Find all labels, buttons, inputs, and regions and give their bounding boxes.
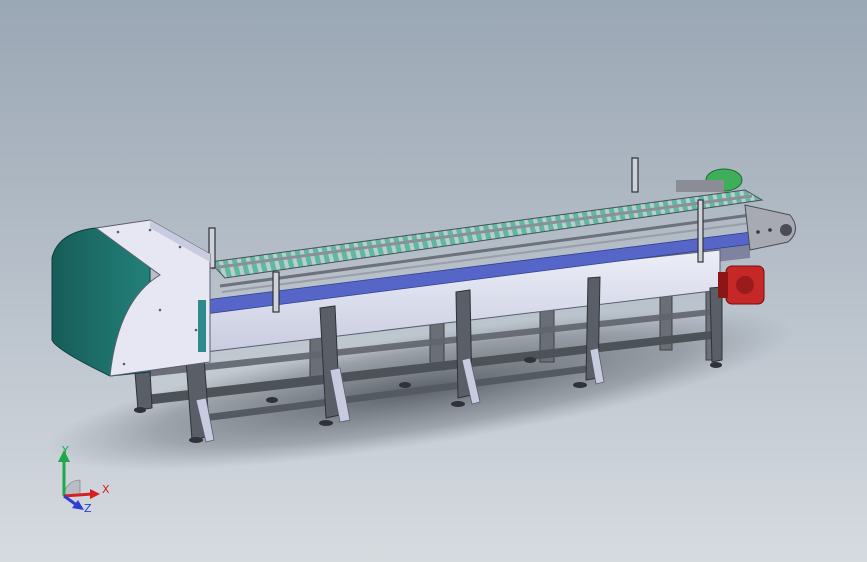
motor-unit: [718, 265, 765, 305]
z-axis-label: Z: [84, 502, 92, 515]
conveyor-model[interactable]: [0, 0, 867, 562]
cad-viewport[interactable]: Y X Z: [0, 0, 867, 562]
head-cover: [51, 219, 211, 377]
x-axis-label: X: [102, 483, 110, 496]
x-axis-arrow: [90, 489, 100, 499]
y-axis-label: Y: [62, 444, 69, 457]
orientation-triad[interactable]: Y X Z: [44, 440, 114, 520]
triad-graphic: [58, 450, 100, 510]
x-axis-line: [63, 492, 93, 498]
